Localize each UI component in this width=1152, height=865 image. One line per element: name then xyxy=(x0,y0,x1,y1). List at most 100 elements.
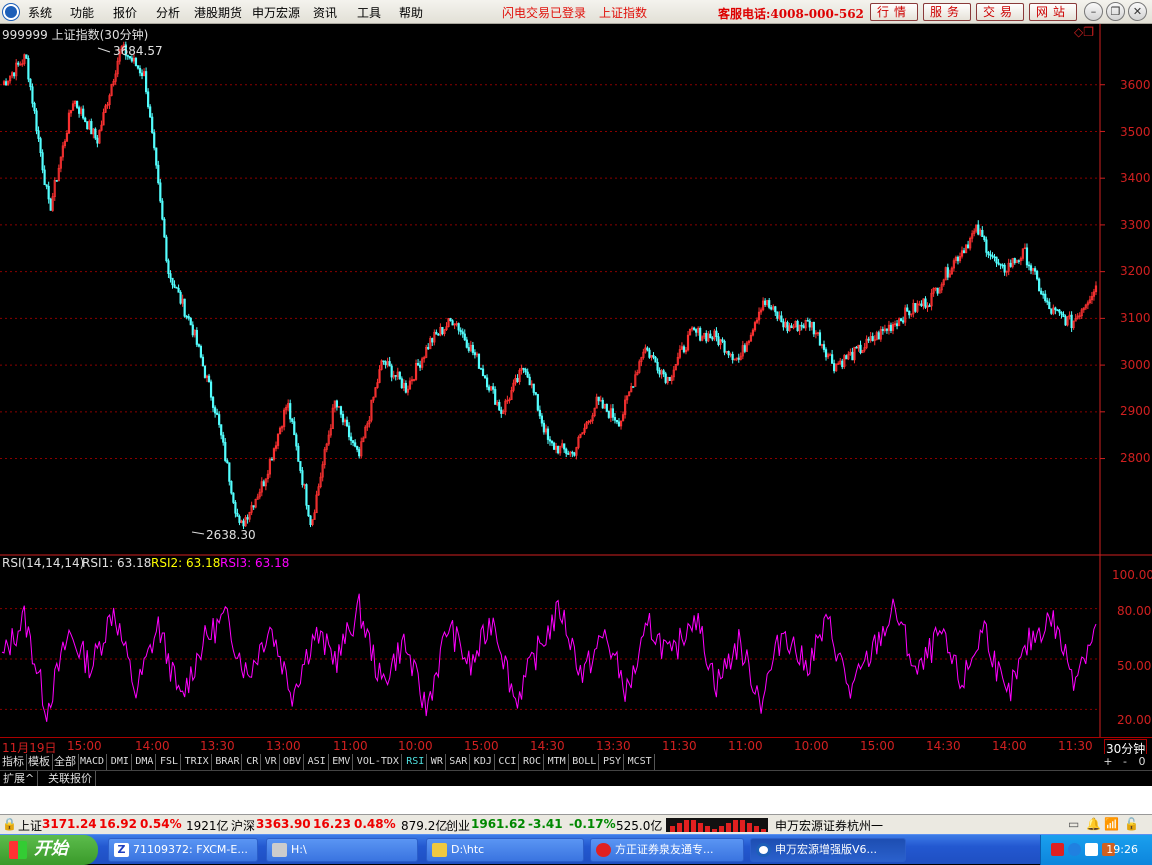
website-button[interactable]: 网站 xyxy=(1029,3,1077,21)
tab-mcst[interactable]: MCST xyxy=(626,754,655,770)
tray-volume-icon[interactable] xyxy=(1085,843,1098,856)
hs-value[interactable]: 3363.90 xyxy=(256,817,311,831)
menu-quote[interactable]: 报价 xyxy=(113,4,137,21)
tab-sar[interactable]: SAR xyxy=(447,754,471,770)
tab-cn-2[interactable]: 全部 xyxy=(52,754,79,770)
candle-body xyxy=(1050,308,1053,314)
candle-body xyxy=(1038,278,1041,292)
task-label: 方正证券泉友通专... xyxy=(615,843,714,856)
tab-mtm[interactable]: MTM xyxy=(546,754,569,770)
menu-help[interactable]: 帮助 xyxy=(399,4,423,21)
price-tick: 3500 xyxy=(1120,125,1151,139)
menu-swhy[interactable]: 申万宏源 xyxy=(252,4,300,21)
price-tick: 3300 xyxy=(1120,218,1151,232)
candle-body xyxy=(648,349,651,358)
candle-body xyxy=(222,434,225,443)
candle-body xyxy=(435,331,438,335)
candle-body xyxy=(463,333,466,341)
tray-app-icon[interactable] xyxy=(1051,843,1064,856)
taskbar-item-founder[interactable]: 方正证券泉友通专... xyxy=(590,838,744,862)
tab-macd[interactable]: MACD xyxy=(78,754,108,770)
menu-news[interactable]: 资讯 xyxy=(313,4,337,21)
candle-body xyxy=(991,255,994,258)
tab-boll[interactable]: BOLL xyxy=(570,754,600,770)
tab-wr[interactable]: WR xyxy=(429,754,446,770)
taskbar-item-fxcm[interactable]: Z 71109372: FXCM-E... xyxy=(108,838,258,862)
tab-rsi[interactable]: RSI xyxy=(404,754,428,770)
tab-obv[interactable]: OBV xyxy=(281,754,305,770)
tab-dmi[interactable]: DMI xyxy=(109,754,132,770)
candle-body xyxy=(242,520,245,527)
tab-asi[interactable]: ASI xyxy=(306,754,329,770)
signal-icon[interactable]: 📶 xyxy=(1104,817,1119,831)
zoom-out-button[interactable]: - xyxy=(1117,754,1133,770)
candle-body xyxy=(1040,290,1043,295)
tab-brar[interactable]: BRAR xyxy=(213,754,243,770)
candle-body xyxy=(45,184,48,187)
tab-expand[interactable]: 扩展^ xyxy=(0,771,39,786)
candle-body xyxy=(550,440,554,444)
candle-body xyxy=(299,461,302,471)
tab-cn-1[interactable]: 模板 xyxy=(26,754,53,770)
candle-body xyxy=(29,78,32,88)
tab-psy[interactable]: PSY xyxy=(601,754,625,770)
restore-icon[interactable]: ❐ xyxy=(1106,2,1125,21)
candle-body xyxy=(999,263,1002,266)
start-label: 开始 xyxy=(34,839,68,859)
candle-body xyxy=(914,303,917,312)
menu-system[interactable]: 系统 xyxy=(28,4,52,21)
zoom-in-button[interactable]: + xyxy=(1100,754,1116,770)
tab-kdj[interactable]: KDJ xyxy=(472,754,495,770)
cy-change: -3.41 xyxy=(528,817,563,831)
chart-canvas[interactable] xyxy=(0,24,1152,737)
bell-icon[interactable]: 🔔 xyxy=(1086,817,1101,831)
window-icon[interactable]: ▭ xyxy=(1068,817,1079,831)
tab-emv[interactable]: EMV xyxy=(330,754,354,770)
tab-cr[interactable]: CR xyxy=(244,754,262,770)
taskbar-item-swhy[interactable]: 申万宏源增强版V6... xyxy=(750,838,906,862)
quote-button[interactable]: 行情 xyxy=(870,3,918,21)
candle-body xyxy=(301,470,304,485)
candle-body xyxy=(906,307,909,312)
menu-analysis[interactable]: 分析 xyxy=(156,4,180,21)
tab-fsl[interactable]: FSL xyxy=(158,754,182,770)
candle-body xyxy=(542,422,546,433)
time-label: 10:00 xyxy=(398,739,433,753)
chart-options-icon[interactable]: ◇❐ xyxy=(1074,25,1094,39)
sh-value[interactable]: 3171.24 xyxy=(42,817,97,831)
candle-body xyxy=(297,445,300,462)
tab-vr[interactable]: VR xyxy=(263,754,280,770)
taskbar-item-d-htc[interactable]: D:\htc xyxy=(426,838,584,862)
service-button[interactable]: 服务 xyxy=(923,3,971,21)
candle-body xyxy=(532,383,535,393)
app-logo-icon[interactable] xyxy=(3,4,19,20)
candle-body xyxy=(522,367,525,370)
tab-roc[interactable]: ROC xyxy=(521,754,545,770)
close-icon[interactable]: ✕ xyxy=(1128,2,1147,21)
sh-label: 上证 xyxy=(18,819,43,833)
candle-body xyxy=(693,327,696,330)
candle-body xyxy=(130,57,133,62)
tab-related-quotes[interactable]: 关联报价 xyxy=(45,771,96,786)
menu-function[interactable]: 功能 xyxy=(70,4,94,21)
minimize-icon[interactable]: – xyxy=(1084,2,1103,21)
tab-vol-tdx[interactable]: VOL-TDX xyxy=(355,754,402,770)
reset-button[interactable]: 0 xyxy=(1134,754,1150,770)
start-button[interactable]: 开始 xyxy=(0,835,98,865)
tab-cci[interactable]: CCI xyxy=(496,754,520,770)
candle-body xyxy=(47,185,50,200)
kline-chart-area[interactable]: 999999 上证指数(30分钟) ◇❐ 3684.57 2638.30 360… xyxy=(0,24,1152,737)
tray-network-icon[interactable] xyxy=(1068,843,1081,856)
trade-button[interactable]: 交易 xyxy=(976,3,1024,21)
candle-body xyxy=(305,484,308,506)
lock-status-icon[interactable]: 🔓 xyxy=(1124,817,1139,831)
candle-body xyxy=(179,292,182,304)
candle-body xyxy=(488,386,491,391)
tab-dma[interactable]: DMA xyxy=(133,754,157,770)
menu-hk-futures[interactable]: 港股期货 xyxy=(194,4,242,21)
menu-tools[interactable]: 工具 xyxy=(357,4,381,21)
taskbar-item-h-drive[interactable]: H:\ xyxy=(266,838,418,862)
tab-cn-0[interactable]: 指标 xyxy=(0,754,27,770)
cy-value[interactable]: 1961.62 xyxy=(471,817,526,831)
tab-trix[interactable]: TRIX xyxy=(183,754,212,770)
